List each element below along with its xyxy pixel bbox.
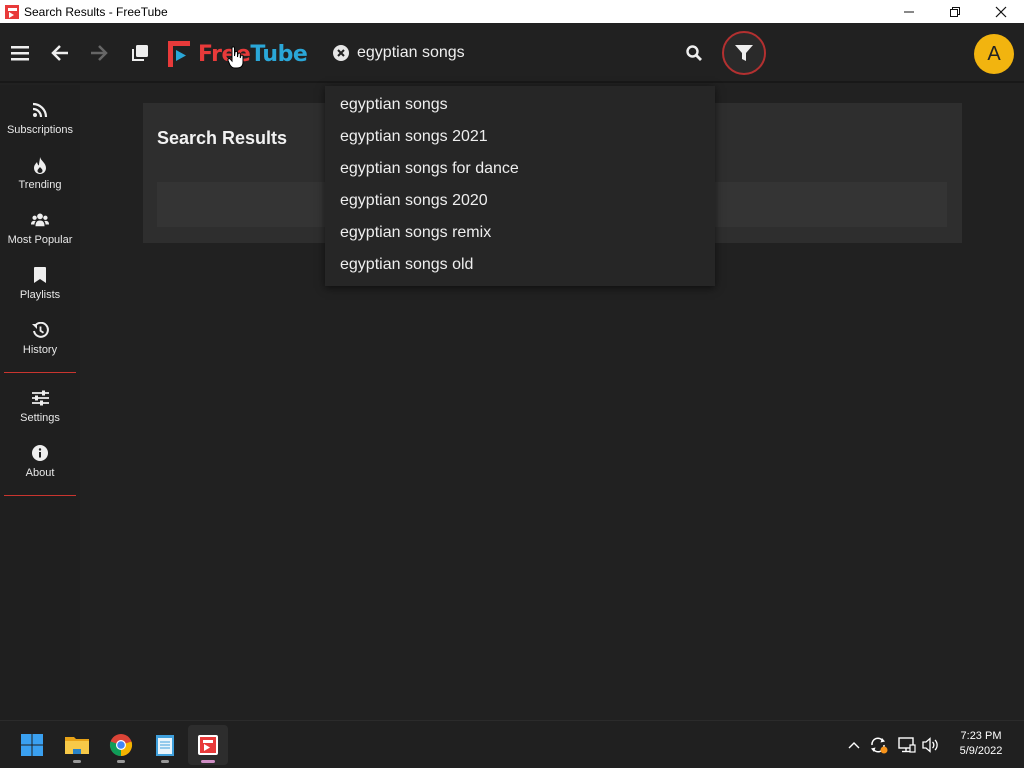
speaker-icon xyxy=(922,737,938,753)
minimize-icon xyxy=(904,11,914,12)
search-button[interactable] xyxy=(679,38,709,68)
new-window-button[interactable] xyxy=(120,33,160,73)
suggestion-item[interactable]: egyptian songs xyxy=(325,90,715,122)
taskbar-freetube[interactable] xyxy=(188,725,228,765)
history-icon xyxy=(31,321,49,339)
sync-status-button[interactable] xyxy=(868,733,890,757)
sidebar-item-most-popular[interactable]: Most Popular xyxy=(0,195,80,250)
sidebar-item-about[interactable]: About xyxy=(0,428,80,483)
menu-button[interactable] xyxy=(0,33,40,73)
arrow-left-icon xyxy=(51,45,68,61)
freetube-app-icon xyxy=(5,4,19,19)
folder-icon xyxy=(65,737,89,754)
chevron-up-icon xyxy=(848,742,860,749)
forward-button[interactable] xyxy=(79,33,119,73)
minimize-button[interactable] xyxy=(886,0,932,23)
sidebar-item-label: Settings xyxy=(20,412,60,424)
windows-copy-icon xyxy=(132,45,148,61)
start-button[interactable] xyxy=(12,725,52,765)
search-input[interactable] xyxy=(350,44,679,62)
clear-search-icon[interactable] xyxy=(332,44,350,62)
taskbar: 7:23 PM 5/9/2022 xyxy=(0,720,1024,768)
taskbar-notepad[interactable] xyxy=(145,725,185,765)
sidebar-item-label: About xyxy=(25,467,55,479)
sync-icon xyxy=(871,737,888,754)
back-button[interactable] xyxy=(40,33,80,73)
search-bar xyxy=(325,31,715,75)
search-filter-button[interactable] xyxy=(722,31,766,75)
search-icon xyxy=(686,45,702,61)
running-indicator xyxy=(201,760,215,763)
freetube-icon xyxy=(198,735,218,755)
clock-date: 5/9/2022 xyxy=(959,745,1003,757)
search-suggestions: egyptian songs egyptian songs 2021 egypt… xyxy=(325,86,715,286)
window-title: Search Results - FreeTube xyxy=(24,4,168,19)
sidebar-item-trending[interactable]: Trending xyxy=(0,140,80,195)
taskbar-clock[interactable]: 7:23 PM 5/9/2022 xyxy=(950,729,1012,759)
clock-time: 7:23 PM xyxy=(960,730,1002,742)
sidebar-item-label: Most Popular xyxy=(7,234,73,246)
sidebar-divider xyxy=(4,495,76,496)
sidebar-item-subscriptions[interactable]: Subscriptions xyxy=(0,85,80,140)
windows-start-icon xyxy=(21,734,43,756)
suggestion-item[interactable]: egyptian songs remix xyxy=(325,218,715,250)
close-window-button[interactable] xyxy=(978,0,1024,23)
sidebar-item-label: Playlists xyxy=(19,289,61,301)
chrome-icon xyxy=(109,734,133,757)
notepad-icon xyxy=(156,735,174,756)
bookmark-icon xyxy=(31,266,49,284)
suggestion-item[interactable]: egyptian songs for dance xyxy=(325,154,715,186)
users-icon xyxy=(31,211,49,229)
restore-icon xyxy=(950,6,960,17)
window-titlebar: Search Results - FreeTube xyxy=(0,0,1024,23)
rss-icon xyxy=(31,101,49,119)
avatar-initial: A xyxy=(987,42,1001,65)
side-nav: Subscriptions Trending Most Popular Play… xyxy=(0,85,80,720)
volume-button[interactable] xyxy=(920,733,942,757)
hand-cursor-icon xyxy=(227,46,244,69)
taskbar-file-explorer[interactable] xyxy=(57,725,97,765)
sidebar-item-playlists[interactable]: Playlists xyxy=(0,250,80,305)
logo-text: FreeTube xyxy=(198,41,308,67)
page-title: Search Results xyxy=(157,128,288,148)
filter-icon xyxy=(735,45,753,61)
freetube-logo-icon xyxy=(168,41,190,67)
arrow-right-icon xyxy=(91,45,108,61)
sidebar-item-label: Trending xyxy=(18,179,62,191)
suggestion-item[interactable]: egyptian songs 2021 xyxy=(325,122,715,154)
network-icon xyxy=(898,737,916,753)
show-hidden-icons-button[interactable] xyxy=(846,733,862,757)
profile-avatar[interactable]: A xyxy=(974,34,1014,74)
running-indicator xyxy=(117,760,125,763)
restore-button[interactable] xyxy=(932,0,978,23)
sliders-icon xyxy=(31,389,49,407)
sidebar-item-label: Subscriptions xyxy=(6,124,74,136)
hamburger-icon xyxy=(11,46,29,61)
running-indicator xyxy=(73,760,81,763)
top-nav: FreeTube A xyxy=(0,23,1024,83)
suggestion-item[interactable]: egyptian songs 2020 xyxy=(325,186,715,218)
taskbar-chrome[interactable] xyxy=(101,725,141,765)
close-icon xyxy=(995,6,1007,17)
info-icon xyxy=(31,444,49,462)
sidebar-item-label: History xyxy=(22,344,58,356)
fire-icon xyxy=(31,156,49,174)
suggestion-item[interactable]: egyptian songs old xyxy=(325,250,715,282)
sidebar-item-settings[interactable]: Settings xyxy=(0,373,80,428)
network-status-button[interactable] xyxy=(896,733,918,757)
sidebar-item-history[interactable]: History xyxy=(0,305,80,360)
running-indicator xyxy=(161,760,169,763)
